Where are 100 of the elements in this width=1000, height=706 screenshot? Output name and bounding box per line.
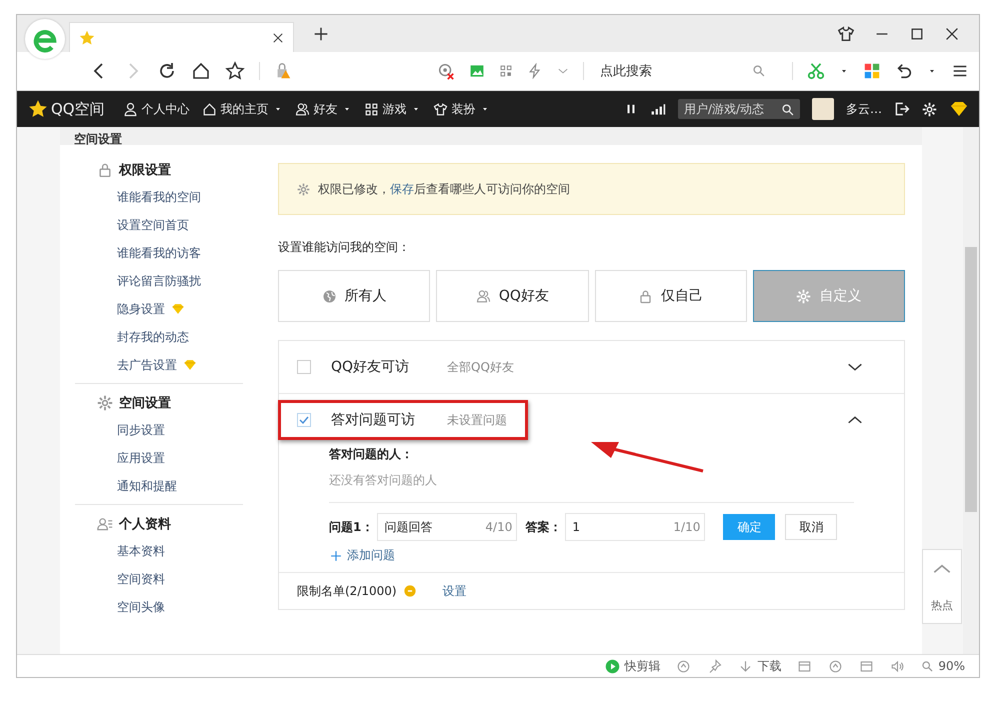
clip-button[interactable]: 快剪辑 xyxy=(605,658,660,674)
search-field[interactable]: 用户/游戏/动态 xyxy=(678,99,800,119)
sidebar-item[interactable]: 设置空间首页 xyxy=(117,216,189,234)
nav-label[interactable]: 个人中心 xyxy=(142,100,190,118)
target-icon[interactable] xyxy=(437,62,455,80)
save-link[interactable]: 保存 xyxy=(390,182,414,196)
undo-icon[interactable] xyxy=(895,62,913,80)
sidebar-item[interactable]: 评论留言防骚扰 xyxy=(117,272,201,290)
sidebar-item[interactable]: 去广告设置 xyxy=(117,356,177,374)
gear-icon xyxy=(796,288,812,304)
sidebar-item[interactable]: 谁能看我的访客 xyxy=(117,244,201,262)
prompt-text: 设置谁能访问我的空间： xyxy=(278,239,411,256)
layout-icon[interactable] xyxy=(859,658,874,674)
access-option[interactable]: QQ好友 xyxy=(436,270,588,322)
scissors-icon[interactable] xyxy=(807,62,825,80)
download-icon xyxy=(738,658,754,674)
star-icon xyxy=(78,28,96,46)
notice-text: 权限已修改，保存后查看哪些人可访问你的空间 xyxy=(318,180,570,198)
logo-text[interactable]: QQ空间 xyxy=(51,100,105,118)
section-title: 个人资料 xyxy=(119,516,171,533)
apps-icon[interactable] xyxy=(863,62,881,80)
browser-logo[interactable] xyxy=(25,18,65,58)
nav-item[interactable]: 游戏 xyxy=(364,100,421,118)
settings-link[interactable]: 设置 xyxy=(442,582,467,600)
star-icon[interactable] xyxy=(225,61,245,81)
rule-label: 答对问题可访 xyxy=(331,411,416,429)
access-option[interactable]: 所有人 xyxy=(278,270,430,322)
play-icon xyxy=(605,658,620,674)
nav-item[interactable]: 好友 xyxy=(294,100,352,118)
blocklist-label: 限制名单(2/1000) xyxy=(297,582,397,600)
checkbox[interactable] xyxy=(297,413,311,427)
bolt-icon[interactable] xyxy=(527,63,543,79)
nav-item[interactable]: 装扮 xyxy=(432,100,490,118)
sidebar-item[interactable]: 空间资料 xyxy=(117,570,165,588)
sidebar-item[interactable]: 应用设置 xyxy=(117,450,165,466)
reload-icon[interactable] xyxy=(157,61,177,81)
access-option[interactable]: 仅自己 xyxy=(594,270,747,322)
friends-icon xyxy=(476,288,491,304)
search-icon[interactable] xyxy=(781,103,795,117)
image-icon[interactable] xyxy=(469,63,485,79)
home-icon xyxy=(202,102,217,116)
browser-icon[interactable] xyxy=(828,658,844,674)
pin-icon[interactable] xyxy=(707,658,722,674)
plus-icon xyxy=(329,548,343,562)
site-logo[interactable]: QQ空间 xyxy=(27,98,105,120)
sidebar-item[interactable]: 空间头像 xyxy=(117,598,165,616)
search-field[interactable]: 点此搜索 xyxy=(598,62,752,80)
person-icon xyxy=(122,102,138,116)
cancel-button[interactable]: 取消 xyxy=(785,514,838,540)
zoom-control[interactable]: 90% xyxy=(921,659,965,673)
scrollbar[interactable] xyxy=(963,127,979,654)
section-title: 权限设置 xyxy=(119,162,171,179)
profile-icon xyxy=(97,516,113,532)
nav-item[interactable]: 个人中心 xyxy=(122,100,190,118)
close-icon[interactable] xyxy=(271,30,285,44)
new-tab-icon[interactable] xyxy=(312,24,330,42)
question-label: 问题1： xyxy=(329,518,374,536)
nav-label[interactable]: 游戏 xyxy=(382,100,407,118)
rule-detail: 全部QQ好友 xyxy=(447,358,514,376)
nav-label[interactable]: 装扮 xyxy=(452,100,476,118)
gear-icon xyxy=(297,182,310,196)
grid-icon xyxy=(364,102,379,116)
star-icon xyxy=(27,98,49,120)
empty-text: 还没有答对问题的人 xyxy=(329,468,854,503)
home-icon[interactable] xyxy=(191,61,211,81)
exit-icon[interactable] xyxy=(894,101,910,117)
sidebar-item[interactable]: 同步设置 xyxy=(117,422,165,438)
nav-item[interactable]: 我的主页 xyxy=(202,100,283,118)
section-label: 答对问题的人： xyxy=(329,446,413,463)
globe-icon xyxy=(322,288,337,304)
sidebar-item[interactable]: 基本资料 xyxy=(117,542,165,560)
nav-label[interactable]: 我的主页 xyxy=(220,100,269,118)
speaker-icon[interactable] xyxy=(890,658,906,674)
section-title: 空间设置 xyxy=(119,394,171,412)
sidebar-item[interactable]: 封存我的动态 xyxy=(117,328,189,346)
hot-link[interactable]: 热点 xyxy=(931,598,953,613)
window-icon[interactable] xyxy=(797,658,812,674)
page-title: 空间设置 xyxy=(74,131,122,147)
signal-icon[interactable] xyxy=(650,101,666,117)
maximize-icon[interactable] xyxy=(909,26,925,42)
checkbox[interactable] xyxy=(297,360,311,374)
char-count: 4/10 xyxy=(485,520,512,534)
friends-icon xyxy=(294,102,310,116)
add-question-link[interactable]: 添加问题 xyxy=(329,547,395,564)
speed-icon[interactable] xyxy=(676,658,692,674)
char-count: 1/10 xyxy=(673,520,700,534)
shirt-icon[interactable] xyxy=(837,24,855,42)
nav-label[interactable]: 好友 xyxy=(314,100,338,118)
user-name[interactable]: 多云… xyxy=(846,100,882,118)
shirt-icon xyxy=(432,102,448,116)
settings-icon[interactable] xyxy=(922,102,937,116)
info-icon xyxy=(402,584,417,598)
sidebar-item[interactable]: 隐身设置 xyxy=(117,300,165,318)
rule-label: QQ好友可访 xyxy=(331,358,410,376)
lock-icon xyxy=(638,288,654,304)
gear-icon xyxy=(97,395,113,411)
download-button[interactable]: 下载 xyxy=(738,658,782,674)
qr-icon[interactable] xyxy=(499,64,513,78)
sidebar-item[interactable]: 谁能看我的空间 xyxy=(117,188,201,206)
sidebar-item[interactable]: 通知和提醒 xyxy=(117,478,177,494)
